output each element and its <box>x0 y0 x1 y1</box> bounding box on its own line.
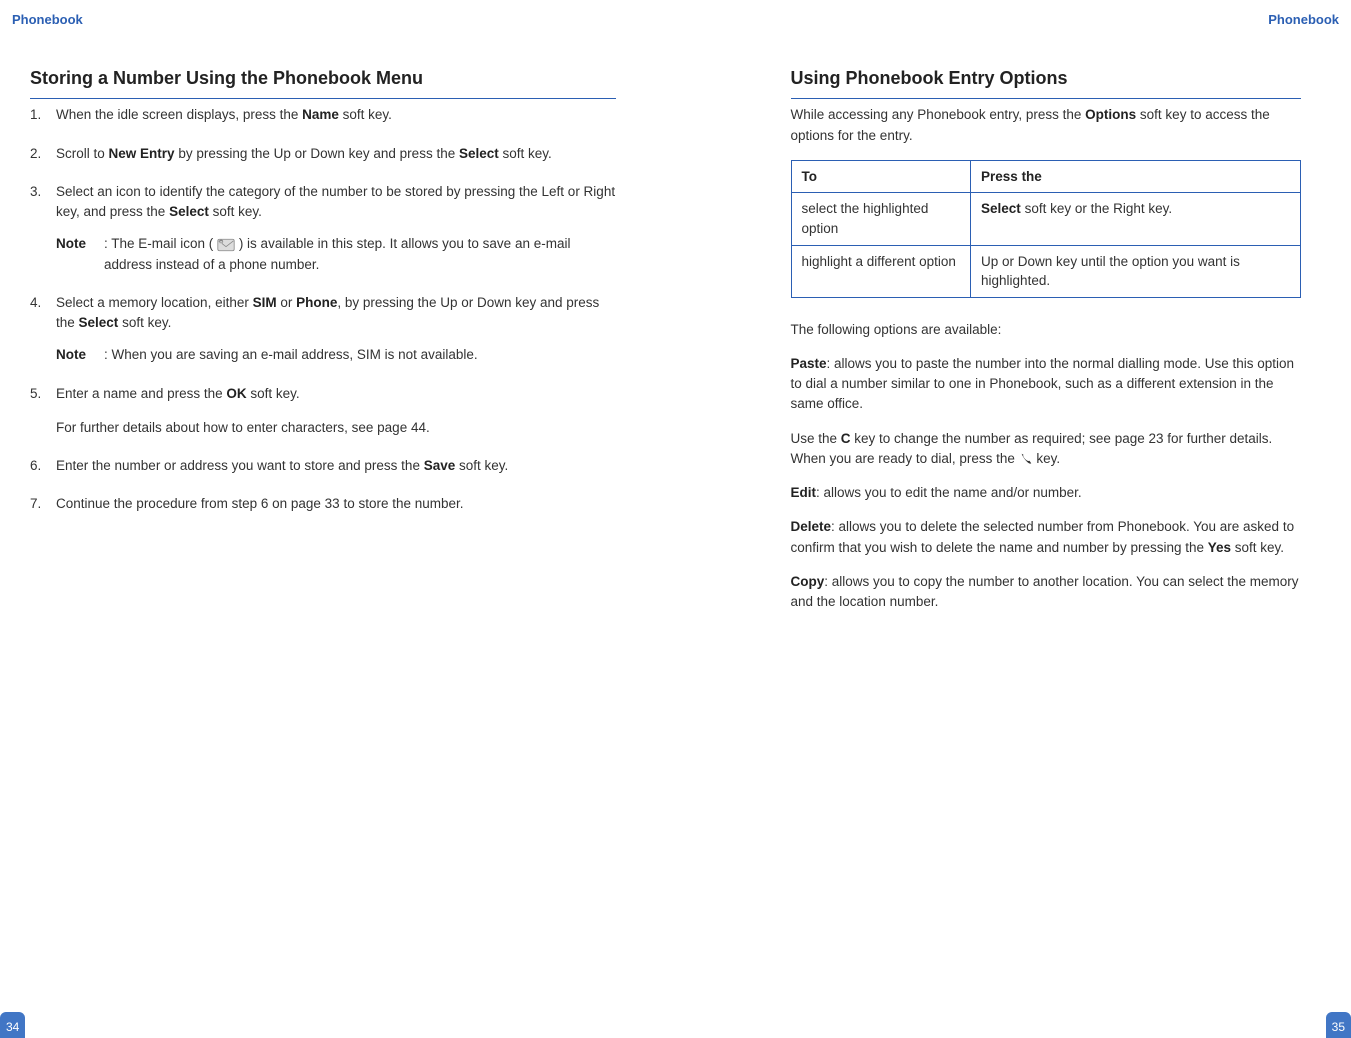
step-6: Enter the number or address you want to … <box>30 456 616 476</box>
table-row1-bold-select: Select <box>981 201 1021 216</box>
step-6-text-c: soft key. <box>455 458 508 473</box>
usec-bold-c: C <box>841 431 851 446</box>
left-header: Phonebook <box>12 12 83 27</box>
step-5: Enter a name and press the OK soft key. … <box>30 384 616 439</box>
edit-label: Edit <box>791 485 817 500</box>
intro-paragraph: While accessing any Phonebook entry, pre… <box>791 105 1302 146</box>
step-4-text-g: soft key. <box>118 315 171 330</box>
step-5-sub: For further details about how to enter c… <box>56 418 616 438</box>
table-row2-c1: highlight a different option <box>791 245 971 297</box>
email-icon: @ <box>217 238 235 252</box>
table-header-press: Press the <box>971 160 1301 193</box>
step-5-text-a: Enter a name and press the <box>56 386 226 401</box>
step-1: When the idle screen displays, press the… <box>30 105 616 125</box>
right-page: Phonebook Using Phonebook Entry Options … <box>676 0 1351 1038</box>
paste-body: : allows you to paste the number into th… <box>791 356 1295 412</box>
step-4-note-body: : When you are saving an e-mail address,… <box>56 345 616 365</box>
step-2-text-a: Scroll to <box>56 146 109 161</box>
step-7: Continue the procedure from step 6 on pa… <box>30 494 616 514</box>
table-row1-c2: Select soft key or the Right key. <box>971 193 1301 245</box>
paste-paragraph: Paste: allows you to paste the number in… <box>791 354 1302 415</box>
copy-paragraph: Copy: allows you to copy the number to a… <box>791 572 1302 613</box>
table-header-to: To <box>791 160 971 193</box>
usec-d: key. <box>1036 451 1060 466</box>
step-2-text-e: soft key. <box>499 146 552 161</box>
step-5-bold-ok: OK <box>226 386 246 401</box>
step-4-bold-sim: SIM <box>253 295 277 310</box>
table-header-row: To Press the <box>791 160 1301 193</box>
step-3-note-body: : The E-mail icon ( @ ) is available in … <box>56 234 616 275</box>
intro-bold-options: Options <box>1085 107 1136 122</box>
delete-label: Delete <box>791 519 832 534</box>
step-3: Select an icon to identify the category … <box>30 182 616 275</box>
step-4-bold-select: Select <box>79 315 119 330</box>
dial-key-icon <box>1019 452 1033 466</box>
step-6-bold-save: Save <box>424 458 456 473</box>
step-2: Scroll to New Entry by pressing the Up o… <box>30 144 616 164</box>
edit-body: : allows you to edit the name and/or num… <box>816 485 1082 500</box>
step-1-bold: Name <box>302 107 339 122</box>
step-4-text-a: Select a memory location, either <box>56 295 253 310</box>
step-4-bold-phone: Phone <box>296 295 337 310</box>
step-4-text-c: or <box>277 295 297 310</box>
step-3-note: Note : The E-mail icon ( @ ) is availabl… <box>56 234 616 275</box>
step-4-note: Note : When you are saving an e-mail add… <box>56 345 616 365</box>
following-label: The following options are available: <box>791 320 1302 340</box>
step-3-text-c: soft key. <box>209 204 262 219</box>
options-table: To Press the select the highlighted opti… <box>791 160 1302 298</box>
step-2-bold-newentry: New Entry <box>109 146 175 161</box>
left-page-number: 34 <box>0 1012 25 1038</box>
right-content: Using Phonebook Entry Options While acce… <box>676 12 1351 612</box>
left-content: Storing a Number Using the Phonebook Men… <box>0 12 676 515</box>
delete-bold-yes: Yes <box>1208 540 1231 555</box>
table-row1-c1: select the highlighted option <box>791 193 971 245</box>
table-row1-c2-b: soft key or the Right key. <box>1021 201 1172 216</box>
paste-label: Paste <box>791 356 827 371</box>
delete-c: soft key. <box>1231 540 1284 555</box>
intro-a: While accessing any Phonebook entry, pre… <box>791 107 1086 122</box>
step-1-text-c: soft key. <box>339 107 392 122</box>
right-header: Phonebook <box>1268 12 1339 27</box>
left-section-title: Storing a Number Using the Phonebook Men… <box>30 67 616 99</box>
table-row2-c2: Up or Down key until the option you want… <box>971 245 1301 297</box>
right-section-title: Using Phonebook Entry Options <box>791 67 1302 99</box>
usec-a: Use the <box>791 431 841 446</box>
copy-body: : allows you to copy the number to anoth… <box>791 574 1299 609</box>
step-4: Select a memory location, either SIM or … <box>30 293 616 366</box>
page-spread: Phonebook Storing a Number Using the Pho… <box>0 0 1351 1038</box>
step-3-note-a: : The E-mail icon ( <box>104 236 217 251</box>
table-row: select the highlighted option Select sof… <box>791 193 1301 245</box>
steps-list: When the idle screen displays, press the… <box>30 105 616 514</box>
step-3-text-a: Select an icon to identify the category … <box>56 184 615 219</box>
step-4-note-label: Note <box>56 345 86 365</box>
step-2-text-c: by pressing the Up or Down key and press… <box>175 146 459 161</box>
step-2-bold-select: Select <box>459 146 499 161</box>
step-3-bold-select: Select <box>169 204 209 219</box>
step-6-text-a: Enter the number or address you want to … <box>56 458 424 473</box>
edit-paragraph: Edit: allows you to edit the name and/or… <box>791 483 1302 503</box>
usec-paragraph: Use the C key to change the number as re… <box>791 429 1302 470</box>
copy-label: Copy <box>791 574 825 589</box>
step-1-text-a: When the idle screen displays, press the <box>56 107 302 122</box>
step-3-note-label: Note <box>56 234 86 254</box>
delete-paragraph: Delete: allows you to delete the selecte… <box>791 517 1302 558</box>
step-5-text-c: soft key. <box>247 386 300 401</box>
left-page: Phonebook Storing a Number Using the Pho… <box>0 0 676 1038</box>
table-row: highlight a different option Up or Down … <box>791 245 1301 297</box>
right-page-number: 35 <box>1326 1012 1351 1038</box>
step-7-text: Continue the procedure from step 6 on pa… <box>56 496 464 511</box>
